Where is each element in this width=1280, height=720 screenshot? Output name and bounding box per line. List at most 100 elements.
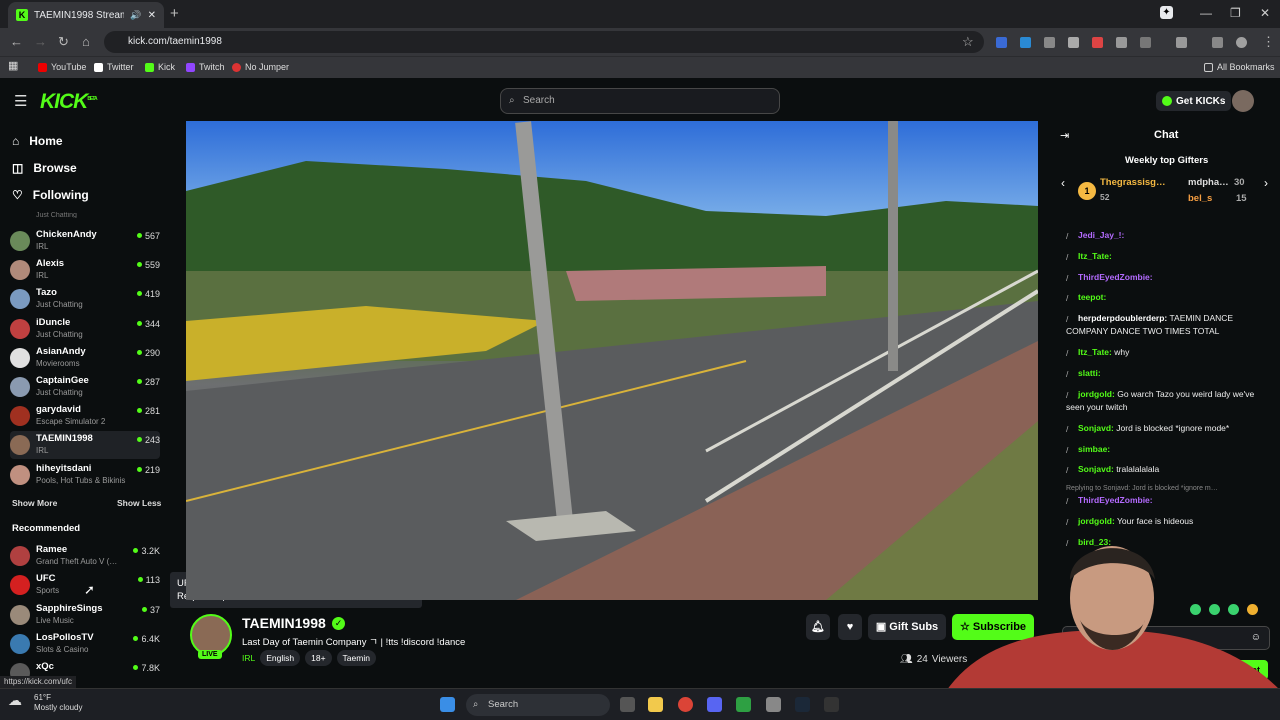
maximize-icon[interactable]: ❐ [1230,6,1241,20]
channel-avatar [10,231,30,251]
close-window-icon[interactable]: ✕ [1260,6,1270,20]
app-icon[interactable] [736,697,751,712]
chat-username[interactable]: Jedi_Jay_!: [1078,230,1124,240]
sidebar-channel-lospollostv[interactable]: LosPollosTV Slots & Casino 6.4K [10,630,160,658]
nav-home[interactable]: ⌂ Home [12,134,63,148]
follow-heart-button[interactable]: ♥ [838,614,862,640]
gifter-name[interactable]: mdpha… [1188,177,1229,188]
kick-favicon-icon: K [16,9,28,21]
bookmark-nojumper[interactable]: No Jumper [232,62,289,72]
hamburger-menu-icon[interactable]: ☰ [14,92,27,110]
back-icon[interactable]: ← [10,34,23,49]
chat-username[interactable]: Itz_Tate: [1078,251,1112,261]
gifter-count: 30 [1234,177,1245,188]
sidebar-channel-taemin1998[interactable]: TAEMIN1998 IRL 243 [10,431,160,460]
chat-username[interactable]: ThirdEyedZombie: [1078,272,1153,282]
sidebar-channel-ramee[interactable]: Ramee Grand Theft Auto V (… 3.2K [10,542,160,570]
show-more-button[interactable]: Show More [12,498,57,508]
home-icon[interactable]: ⌂ [82,34,90,49]
twitch-icon [186,62,195,72]
channel-category: Slots & Casino [36,644,89,654]
extension-icon[interactable] [1068,37,1079,48]
chat-username[interactable]: Itz_Tate: [1078,347,1112,357]
tag-mature[interactable]: 18+ [305,650,332,666]
nav-following[interactable]: ♡ Following [12,188,89,202]
discord-icon[interactable] [707,697,722,712]
collapse-chat-icon[interactable]: ⇥ [1060,129,1069,142]
sidebar-channel-iduncle[interactable]: iDuncle Just Chatting 344 [10,315,160,343]
sidebar-channel-sapphiresings[interactable]: SapphireSings Live Music 37 [10,601,160,629]
sidebar-channel-alexis[interactable]: Alexis IRL 559 [10,256,160,284]
forward-icon[interactable]: → [34,34,47,49]
extension-icon[interactable] [996,37,1007,48]
channel-name: xQc [36,661,54,673]
extension-icon[interactable] [1116,37,1127,48]
sidebar-channel-captaingee[interactable]: CaptainGee Just Chatting 287 [10,373,160,401]
windows-start-icon[interactable] [440,697,455,712]
chevron-left-icon[interactable]: ‹ [1061,176,1065,190]
steam-icon[interactable] [795,697,810,712]
sidebar-channel-asianandy[interactable]: AsianAndy Movierooms 290 [10,344,160,372]
nav-browse[interactable]: ◫ Browse [12,161,77,175]
chat-username[interactable]: jordgold: [1078,389,1115,399]
bookmark-kick[interactable]: Kick [145,62,175,72]
show-less-button[interactable]: Show Less [117,498,161,508]
sidebar-channel-garydavid[interactable]: garydavid Escape Simulator 2 281 [10,402,160,430]
bookmark-twitter[interactable]: Twitter [94,62,134,72]
bookmark-youtube[interactable]: YouTube [38,62,86,72]
chat-username[interactable]: ThirdEyedZombie: [1078,495,1153,505]
audio-icon[interactable]: 🔊 [130,10,141,21]
chat-username[interactable]: teepot: [1078,292,1106,302]
tab-title: TAEMIN1998 Stream - Wat… [34,9,125,21]
category-link[interactable]: IRL [242,650,255,666]
tag-language[interactable]: English [260,650,301,666]
minimize-icon[interactable]: — [1200,6,1212,20]
tag-custom[interactable]: Taemin [336,650,376,666]
menu-dots-icon[interactable]: ⋮ [1262,34,1275,50]
extensions-puzzle-icon[interactable] [1140,37,1151,48]
search-input[interactable]: ⌕ Search [500,88,780,114]
channel-name[interactable]: TAEMIN1998 [242,615,326,631]
new-tab-button[interactable]: + [170,5,179,22]
sidebar-channel-tazo[interactable]: Tazo Just Chatting 419 [10,285,160,313]
media-icon[interactable] [1212,37,1223,48]
app-icon[interactable] [824,697,839,712]
viewer-count: 290 [137,348,160,358]
app-icon[interactable] [766,697,781,712]
profile-menu-icon[interactable]: ✦ [1160,6,1173,19]
weather-widget[interactable]: 61°F Mostly cloudy ☁ [8,693,82,713]
apps-grid-icon[interactable]: ▦ [8,59,18,72]
top-gifter-name[interactable]: Thegrassisg… [1100,177,1165,188]
get-kicks-button[interactable]: Get KICKs [1156,91,1232,111]
profile-avatar-icon[interactable] [1236,37,1247,48]
task-view-icon[interactable] [620,697,635,712]
notification-bell-button[interactable]: 🔔︎ [806,614,830,640]
file-explorer-icon[interactable] [648,697,663,712]
chat-username[interactable]: Sonjavd: [1078,423,1114,433]
extension-icon[interactable] [1020,37,1031,48]
close-tab-icon[interactable]: ✕ [148,10,156,21]
url-input[interactable]: kick.com/taemin1998 [104,31,984,53]
taskbar-search[interactable]: ⌕ Search [466,694,610,716]
browser-tab[interactable]: K TAEMIN1998 Stream - Wat… 🔊 ✕ [8,2,164,28]
chat-username[interactable]: Sonjavd: [1078,464,1114,474]
chat-username[interactable]: slatti: [1078,368,1101,378]
recommended-heading: Recommended [12,523,81,534]
extension-icon[interactable] [1044,37,1055,48]
extension-icon[interactable] [1092,37,1103,48]
reply-note: Replying to Sonjavd: Jord is blocked *ig… [1066,485,1218,492]
chrome-icon[interactable] [678,697,693,712]
kick-logo[interactable]: KICKBETA [40,90,98,114]
sidebar-channel-chickenandy[interactable]: ChickenAndy IRL 567 [10,227,160,255]
sidepanel-icon[interactable] [1176,37,1187,48]
bookmark-star-icon[interactable]: ☆ [962,34,974,50]
chevron-right-icon[interactable]: › [1264,176,1268,190]
chat-username[interactable]: herpderpdoublerderp: [1078,313,1167,323]
bookmark-twitch[interactable]: Twitch [186,62,225,72]
gifter-name[interactable]: bel_s [1188,193,1212,204]
reload-icon[interactable]: ↻ [58,34,69,50]
user-avatar[interactable] [1232,90,1254,112]
sidebar-channel-hiheyitsdani[interactable]: hiheyitsdani Pools, Hot Tubs & Bikinis 219 [10,461,160,489]
chat-username[interactable]: simbae: [1078,444,1110,454]
all-bookmarks[interactable]: All Bookmarks [1204,62,1275,72]
